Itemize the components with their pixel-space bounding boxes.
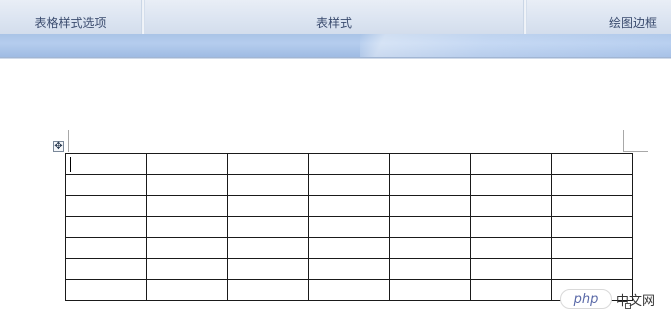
- table-cell[interactable]: [65, 258, 147, 280]
- document-table[interactable]: [65, 153, 633, 301]
- table-cell[interactable]: [146, 279, 228, 301]
- page-margin-corner-right: [623, 130, 624, 152]
- table-cell[interactable]: [227, 237, 309, 259]
- table-cell[interactable]: [551, 237, 633, 259]
- table-row: [65, 174, 633, 196]
- ribbon-group-label: 表样式: [315, 15, 352, 30]
- ribbon-group-draw-borders[interactable]: 绘图边框: [527, 0, 671, 34]
- table-cell[interactable]: [470, 174, 552, 196]
- table-cell[interactable]: [227, 195, 309, 217]
- text-cursor: [70, 157, 71, 172]
- table-cell[interactable]: [389, 174, 471, 196]
- table-move-handle-icon[interactable]: ✥: [53, 141, 64, 152]
- table-row: [65, 258, 633, 280]
- table-cell[interactable]: [470, 195, 552, 217]
- ribbon-group-table-styles[interactable]: 表样式: [145, 0, 523, 34]
- table-cell[interactable]: [551, 216, 633, 238]
- ribbon-shadow: [0, 57, 671, 59]
- table-cell[interactable]: [308, 279, 390, 301]
- table-cell[interactable]: [389, 237, 471, 259]
- table-cell[interactable]: [389, 279, 471, 301]
- table-cell[interactable]: [551, 174, 633, 196]
- site-watermark: php 中文网: [560, 289, 655, 309]
- table-cell[interactable]: [551, 258, 633, 280]
- table-cell[interactable]: [65, 216, 147, 238]
- table-cell[interactable]: [65, 153, 147, 175]
- table-row: [65, 279, 633, 301]
- table-cell[interactable]: [308, 237, 390, 259]
- table-cell[interactable]: [65, 279, 147, 301]
- table-cell[interactable]: [470, 258, 552, 280]
- table-cell[interactable]: [470, 279, 552, 301]
- table-cell[interactable]: [389, 258, 471, 280]
- table-cell[interactable]: [146, 258, 228, 280]
- table-row: [65, 195, 633, 217]
- table-cell[interactable]: [470, 153, 552, 175]
- table-cell[interactable]: [227, 216, 309, 238]
- table-cell[interactable]: [308, 153, 390, 175]
- table-row: [65, 216, 633, 238]
- table-cell[interactable]: [227, 279, 309, 301]
- table-cell[interactable]: [308, 258, 390, 280]
- table-cell[interactable]: [227, 153, 309, 175]
- ribbon-sheen: [360, 34, 671, 57]
- table-cell[interactable]: [65, 174, 147, 196]
- table-cell[interactable]: [65, 237, 147, 259]
- table-cell[interactable]: [146, 216, 228, 238]
- table-cell[interactable]: [470, 237, 552, 259]
- table-cell[interactable]: [308, 195, 390, 217]
- ribbon-group-labels: 表格样式选项 表样式 绘图边框: [0, 0, 671, 34]
- table-cell[interactable]: [551, 195, 633, 217]
- ribbon-group-label: 绘图边框: [608, 15, 657, 30]
- table-cell[interactable]: [146, 195, 228, 217]
- ribbon-group-table-style-options[interactable]: 表格样式选项: [0, 0, 141, 34]
- table-cell[interactable]: [470, 216, 552, 238]
- table-cell[interactable]: [389, 216, 471, 238]
- table-cell[interactable]: [146, 174, 228, 196]
- ribbon-collapsed-bar[interactable]: [0, 34, 671, 57]
- table-cell[interactable]: [227, 174, 309, 196]
- table-cell[interactable]: [389, 195, 471, 217]
- table-cell[interactable]: [308, 174, 390, 196]
- table-cell[interactable]: [551, 153, 633, 175]
- table-row: [65, 153, 633, 175]
- table-cell[interactable]: [146, 153, 228, 175]
- table-cell[interactable]: [65, 195, 147, 217]
- watermark-text: 中文网: [616, 293, 656, 309]
- page-margin-corner-left: [68, 130, 69, 152]
- table-cell[interactable]: [146, 237, 228, 259]
- table-row: [65, 237, 633, 259]
- table-cell[interactable]: [308, 216, 390, 238]
- ribbon-group-label: 表格样式选项: [34, 15, 107, 30]
- table-cell[interactable]: [389, 153, 471, 175]
- page-margin-corner-right-horizontal: [624, 151, 648, 152]
- table-cell[interactable]: [227, 258, 309, 280]
- watermark-logo: php: [560, 289, 612, 309]
